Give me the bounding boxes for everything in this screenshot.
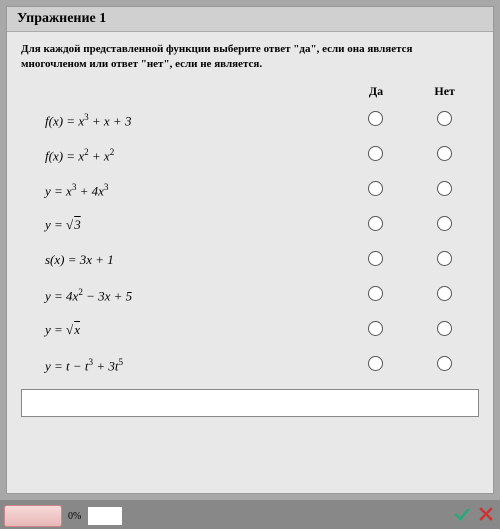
radio-yes[interactable] — [368, 111, 383, 126]
function-expression: y = t − t3 + 3t5 — [21, 348, 342, 383]
radio-no[interactable] — [437, 251, 452, 266]
radio-yes[interactable] — [368, 356, 383, 371]
question-row: f(x) = x3 + x + 3 — [21, 103, 479, 138]
question-row: s(x) = 3x + 1 — [21, 243, 479, 278]
function-expression: f(x) = x2 + x2 — [21, 138, 342, 173]
radio-yes[interactable] — [368, 286, 383, 301]
function-expression: y = √3 — [21, 208, 342, 243]
radio-no[interactable] — [437, 286, 452, 301]
radio-no[interactable] — [437, 321, 452, 336]
answer-input-box[interactable] — [21, 389, 479, 417]
column-no: Нет — [410, 80, 479, 103]
function-expression: y = √x — [21, 313, 342, 348]
radio-no[interactable] — [437, 216, 452, 231]
radio-no[interactable] — [437, 146, 452, 161]
function-expression: y = x3 + 4x3 — [21, 173, 342, 208]
function-expression: s(x) = 3x + 1 — [21, 243, 342, 278]
question-table: Да Нет f(x) = x3 + x + 3f(x) = x2 + x2y … — [21, 80, 479, 383]
toolbar-button-1[interactable] — [4, 505, 62, 527]
cross-icon[interactable] — [476, 504, 496, 529]
radio-no[interactable] — [437, 111, 452, 126]
radio-yes[interactable] — [368, 181, 383, 196]
radio-yes[interactable] — [368, 146, 383, 161]
exercise-title: Упражнение 1 — [7, 7, 493, 32]
function-expression: f(x) = x3 + x + 3 — [21, 103, 342, 138]
radio-yes[interactable] — [368, 321, 383, 336]
question-row: f(x) = x2 + x2 — [21, 138, 479, 173]
check-icon[interactable] — [452, 504, 472, 529]
question-row: y = t − t3 + 3t5 — [21, 348, 479, 383]
column-yes: Да — [342, 80, 411, 103]
question-row: y = x3 + 4x3 — [21, 173, 479, 208]
exercise-panel: Упражнение 1 Для каждой представленной ф… — [6, 6, 494, 494]
function-expression: y = 4x2 − 3x + 5 — [21, 278, 342, 313]
radio-no[interactable] — [437, 356, 452, 371]
bottom-toolbar: 0% — [0, 504, 500, 528]
instructions-text: Для каждой представленной функции выбери… — [7, 32, 493, 80]
radio-no[interactable] — [437, 181, 452, 196]
percent-label: 0% — [68, 511, 81, 522]
percent-box[interactable] — [87, 506, 123, 526]
question-row: y = √3 — [21, 208, 479, 243]
radio-yes[interactable] — [368, 251, 383, 266]
radio-yes[interactable] — [368, 216, 383, 231]
question-row: y = 4x2 − 3x + 5 — [21, 278, 479, 313]
question-row: y = √x — [21, 313, 479, 348]
